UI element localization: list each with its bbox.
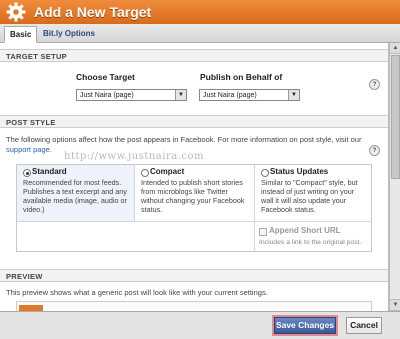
choose-target-select[interactable]: Just Naira (page) ▼ (76, 89, 187, 101)
settings-panel: TARGET SETUP Choose Target Just Naira (p… (0, 43, 389, 311)
option-status-updates-desc: Similar to "Compact" style, but instead … (261, 178, 358, 214)
dialog-footer: Save Changes Cancel (0, 311, 400, 339)
scrollbar-thumb[interactable] (391, 55, 400, 179)
tab-basic[interactable]: Basic (4, 26, 38, 43)
post-style-options: Standard Recommended for most feeds. Pub… (16, 164, 372, 252)
empty-cell (17, 221, 255, 252)
support-page-link[interactable]: support page (6, 145, 50, 154)
gear-icon (6, 2, 26, 22)
choose-target-label: Choose Target (76, 72, 135, 82)
preview-description: This preview shows what a generic post w… (6, 288, 268, 297)
chevron-down-icon: ▼ (175, 90, 186, 100)
option-status-updates-title: Status Updates (270, 167, 329, 176)
option-status-updates[interactable]: Status Updates Similar to "Compact" styl… (255, 165, 372, 221)
scrollbar[interactable]: ▲ ▼ (389, 43, 400, 311)
append-short-url-desc: Includes a link to the original post. (259, 239, 362, 246)
append-short-url-checkbox[interactable] (259, 228, 267, 236)
tab-bar: Basic Bit.ly Options (0, 24, 400, 43)
append-short-url-option: Append Short URL Includes a link to the … (255, 221, 372, 252)
section-target-setup-heading: TARGET SETUP (0, 49, 388, 62)
section-post-style-heading: POST STYLE (0, 115, 388, 128)
append-short-url-title: Append Short URL (269, 226, 341, 235)
option-compact-desc: Intended to publish short stories from m… (141, 178, 245, 214)
publish-on-behalf-value: Just Naira (page) (203, 92, 257, 99)
cancel-button[interactable]: Cancel (346, 317, 382, 334)
help-icon[interactable]: ? (369, 79, 380, 90)
option-standard[interactable]: Standard Recommended for most feeds. Pub… (17, 165, 135, 221)
help-icon[interactable]: ? (369, 145, 380, 156)
watermark-text: http://www.justnaira.com (64, 151, 204, 162)
choose-target-value: Just Naira (page) (80, 92, 134, 99)
option-standard-title: Standard (32, 167, 67, 176)
dialog-titlebar: Add a New Target (0, 0, 400, 24)
option-compact-title: Compact (150, 167, 185, 176)
option-compact[interactable]: Compact Intended to publish short storie… (135, 165, 255, 221)
publish-on-behalf-select[interactable]: Just Naira (page) ▼ (199, 89, 300, 101)
dialog-title: Add a New Target (34, 4, 152, 20)
chevron-down-icon: ▼ (288, 90, 299, 100)
scroll-down-icon[interactable]: ▼ (390, 299, 400, 311)
radio-compact[interactable] (141, 169, 149, 177)
option-standard-desc: Recommended for most feeds. Publishes a … (23, 178, 127, 214)
tab-bitly-options[interactable]: Bit.ly Options (38, 26, 100, 41)
scroll-up-icon[interactable]: ▲ (390, 43, 400, 54)
section-preview-heading: PREVIEW (0, 269, 388, 282)
save-changes-button[interactable]: Save Changes (272, 315, 338, 336)
publish-on-behalf-label: Publish on Behalf of (200, 72, 283, 82)
radio-standard[interactable] (23, 169, 31, 177)
preview-box (16, 301, 372, 311)
radio-status-updates[interactable] (261, 169, 269, 177)
